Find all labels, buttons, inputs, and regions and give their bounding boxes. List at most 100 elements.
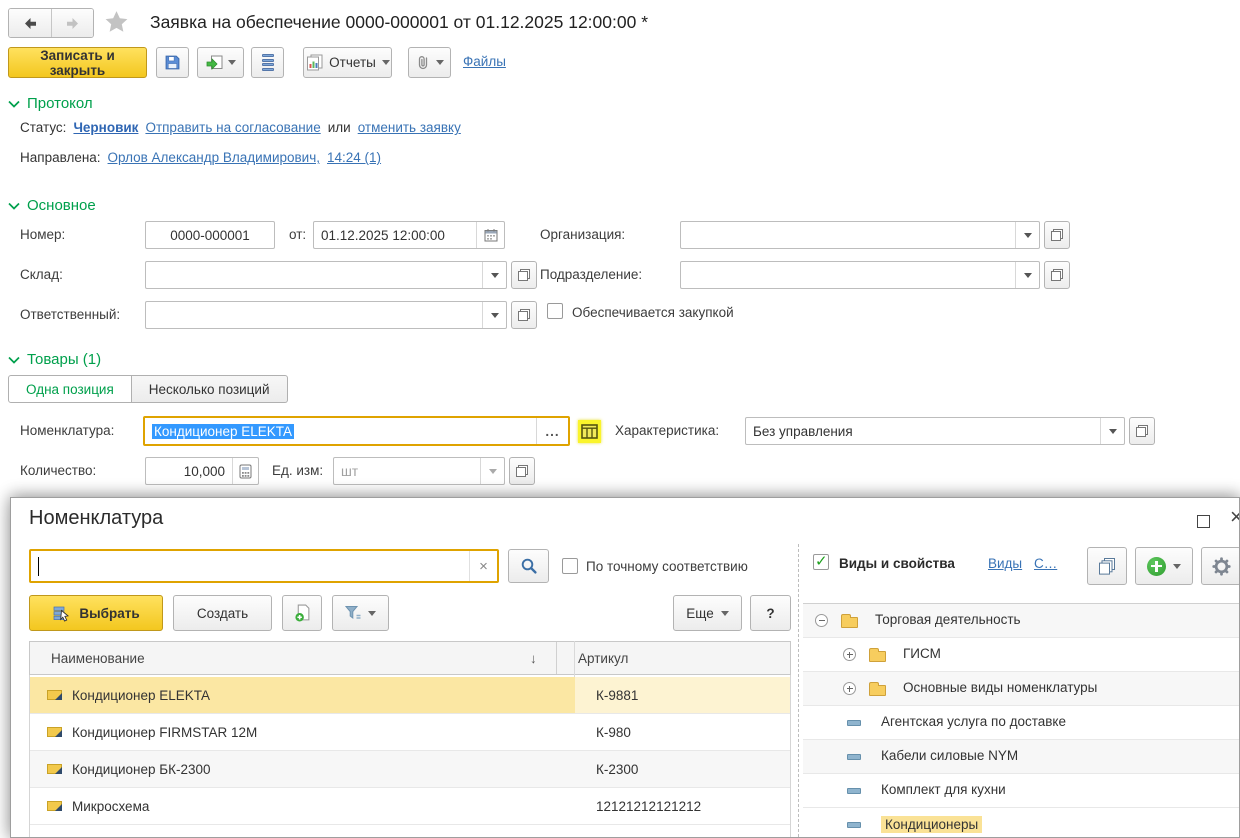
expand-expander-icon[interactable]	[843, 682, 856, 695]
tree-row[interactable]: Кабели силовые NYM	[803, 740, 1239, 774]
favorite-star-icon[interactable]	[103, 9, 130, 36]
general-section-header[interactable]: Основное	[8, 197, 96, 214]
unit-combobox[interactable]: шт	[333, 457, 505, 485]
dropdown-arrow-icon[interactable]	[482, 262, 506, 288]
save-and-close-button[interactable]: Записать и закрыть	[8, 47, 147, 78]
files-link[interactable]: Файлы	[463, 54, 506, 69]
window-maximize-button[interactable]	[1197, 515, 1210, 528]
warehouse-combobox[interactable]	[145, 261, 507, 289]
tab-multiple-positions[interactable]: Несколько позиций	[131, 375, 288, 403]
dropdown-arrow-icon	[720, 610, 729, 616]
table-row[interactable]: Кондиционер ELEKTA К-9881	[30, 677, 790, 714]
send-for-approval-link[interactable]: Отправить на согласование	[145, 120, 320, 135]
or-text: или	[327, 120, 351, 135]
table-row[interactable]: Кондиционер FIRMSTAR 12М К-980	[30, 714, 790, 751]
nomenclature-field[interactable]: Кондиционер ELEKTA ...	[143, 416, 570, 446]
help-button[interactable]: ?	[750, 595, 791, 631]
status-value-link[interactable]: Черновик	[73, 120, 138, 135]
window-close-button[interactable]: ×	[1230, 504, 1239, 530]
calendar-button[interactable]	[476, 222, 504, 248]
calculator-button[interactable]	[232, 458, 258, 484]
document-structure-button[interactable]	[251, 47, 284, 78]
filter-button[interactable]	[332, 595, 389, 631]
dropdown-arrow-icon	[381, 60, 390, 65]
organization-combobox[interactable]	[680, 221, 1040, 249]
sort-descending-icon[interactable]: ↓	[530, 651, 556, 666]
expand-expander-icon[interactable]	[843, 648, 856, 661]
table-row[interactable]: Кондиционер БК-2300 К-2300	[30, 751, 790, 788]
search-button[interactable]	[508, 549, 549, 583]
select-button-label: Выбрать	[79, 605, 140, 621]
tree-row[interactable]: Комплект для кухни	[803, 774, 1239, 808]
clear-search-button[interactable]: ×	[469, 551, 497, 581]
dropdown-arrow-icon[interactable]	[480, 458, 504, 484]
create-group-button[interactable]	[282, 595, 322, 631]
types-link[interactable]: Виды	[988, 556, 1022, 571]
date-label: от:	[289, 227, 307, 242]
tree-row[interactable]: Агентская услуга по доставке	[803, 706, 1239, 740]
forward-button[interactable]	[51, 9, 93, 37]
back-button[interactable]	[9, 9, 51, 37]
column-header-sku[interactable]: Артикул	[557, 651, 628, 666]
nomenclature-selected-text: Кондиционер ELEKTA	[152, 423, 295, 439]
select-button[interactable]: Выбрать	[29, 595, 163, 631]
goods-section-header[interactable]: Товары (1)	[8, 351, 101, 368]
sent-person-link[interactable]: Орлов Александр Владимирович,	[108, 150, 320, 165]
types-panel-checkbox[interactable]	[813, 552, 829, 570]
organization-open-button[interactable]	[1044, 221, 1070, 249]
post-document-button[interactable]	[197, 47, 244, 78]
exact-match-checkbox[interactable]	[562, 558, 578, 574]
more-button[interactable]: Еще	[673, 595, 742, 631]
department-open-button[interactable]	[1044, 261, 1070, 289]
quantity-field[interactable]: 10,000	[145, 457, 259, 485]
dropdown-arrow-icon[interactable]	[1015, 262, 1039, 288]
dropdown-arrow-icon[interactable]	[482, 302, 506, 328]
collapse-expander-icon[interactable]	[815, 614, 828, 627]
attachments-button[interactable]	[408, 47, 451, 78]
tree-row[interactable]: Торговая деятельность	[803, 604, 1239, 638]
reports-button-label: Отчеты	[329, 55, 376, 70]
warehouse-open-button[interactable]	[511, 261, 537, 289]
protocol-section-header[interactable]: Протокол	[8, 95, 93, 112]
create-button[interactable]: Создать	[173, 595, 272, 631]
table-row[interactable]: Микросхема 12121212121212	[30, 788, 790, 825]
tab-single-position[interactable]: Одна позиция	[8, 375, 132, 403]
responsible-combobox[interactable]	[145, 301, 507, 329]
tree-row[interactable]: ГИСМ	[803, 638, 1239, 672]
unit-open-button[interactable]	[509, 457, 535, 485]
date-field[interactable]: 01.12.2025 12:00:00	[313, 221, 505, 249]
item-type-icon	[847, 788, 861, 794]
characteristic-open-button[interactable]	[1129, 417, 1155, 445]
nomenclature-choose-button[interactable]: ...	[536, 418, 568, 444]
calendar-icon	[484, 228, 498, 242]
column-header-name[interactable]: Наименование	[30, 651, 530, 666]
responsible-open-button[interactable]	[511, 301, 537, 329]
number-field[interactable]: 0000-000001	[145, 221, 275, 249]
tree-row[interactable]: Кондиционеры	[803, 808, 1239, 837]
reports-button[interactable]: Отчеты	[303, 47, 392, 78]
spreadsheet-grid-icon[interactable]	[578, 420, 601, 443]
select-pick-icon	[52, 605, 71, 622]
department-combobox[interactable]	[680, 261, 1040, 289]
compare-copy-button[interactable]	[1087, 547, 1127, 585]
tree-item-label: Кабели силовые NYM	[881, 748, 1019, 763]
goods-tabs: Одна позиция Несколько позиций	[8, 375, 288, 403]
search-input[interactable]: ×	[29, 549, 499, 583]
types-tree: Торговая деятельность ГИСМ Основные виды…	[803, 603, 1239, 837]
create-type-button[interactable]	[1135, 547, 1193, 585]
purchase-checkbox[interactable]	[547, 303, 563, 319]
date-value: 01.12.2025 12:00:00	[321, 227, 445, 243]
characteristic-combobox[interactable]: Без управления	[745, 417, 1125, 445]
dropdown-arrow-icon[interactable]	[1100, 418, 1124, 444]
sent-time-link[interactable]: 14:24 (1)	[327, 150, 381, 165]
new-document-plus-icon	[294, 604, 311, 622]
panel-splitter[interactable]	[798, 544, 799, 837]
tree-row[interactable]: Основные виды номенклатуры	[803, 672, 1239, 706]
dropdown-arrow-icon[interactable]	[1015, 222, 1039, 248]
save-button[interactable]	[156, 47, 189, 78]
unit-value: шт	[341, 463, 359, 479]
settings-button[interactable]	[1201, 547, 1239, 585]
nomenclature-item-icon	[47, 801, 62, 811]
cancel-request-link[interactable]: отменить заявку	[358, 120, 461, 135]
properties-link-truncated[interactable]: С…	[1034, 556, 1057, 571]
